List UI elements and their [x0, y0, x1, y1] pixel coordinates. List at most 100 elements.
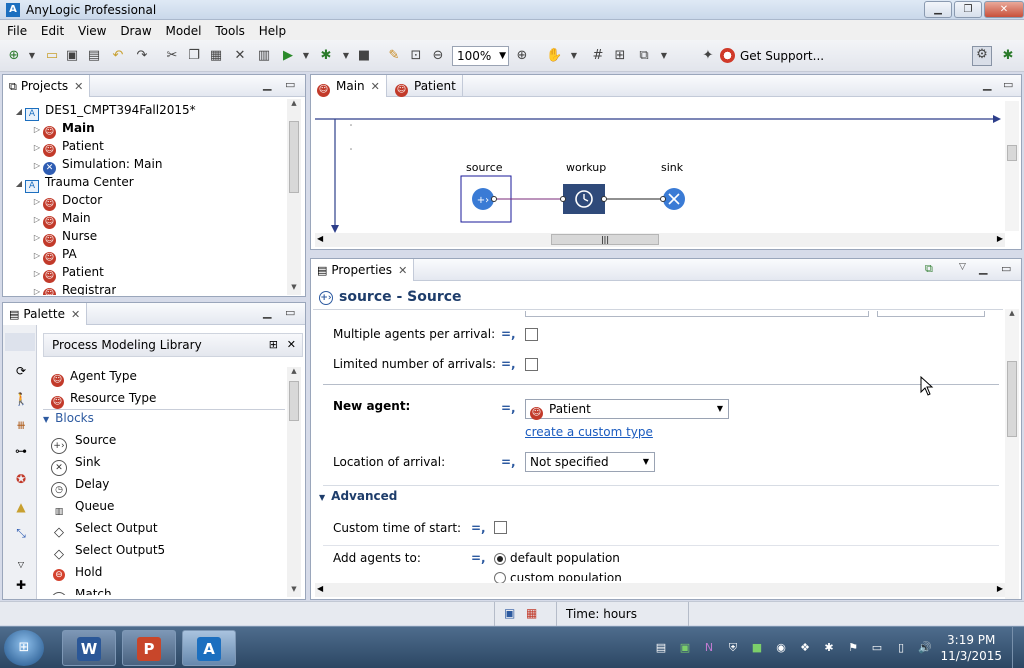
tree-item[interactable]: ▷ ☺ Doctor [31, 191, 102, 211]
static-value-icon[interactable]: =, [501, 327, 516, 341]
taskbar-word[interactable]: W [62, 630, 116, 666]
tray-device-icon[interactable]: ▭ [870, 641, 884, 655]
minimize-panel-icon[interactable]: ▁ [263, 78, 271, 91]
get-support-button[interactable]: Get Support... [720, 48, 824, 63]
projects-scrollbar[interactable]: ▲ ▼ [287, 99, 301, 295]
save-all-icon[interactable]: ▤ [86, 48, 102, 64]
menu-model[interactable]: Model [160, 21, 206, 41]
scroll-down-icon[interactable]: ▼ [287, 283, 301, 295]
scroll-up-icon[interactable]: ▲ [287, 367, 301, 379]
static-value-icon[interactable]: =, [501, 357, 516, 371]
magic-wand-icon[interactable]: ✦ [700, 48, 716, 64]
snap-icon[interactable]: ⊞ [612, 48, 628, 64]
tree-item[interactable]: ◢ A Trauma Center [13, 173, 134, 193]
tree-item[interactable]: ▷ ✕ Simulation: Main [31, 155, 162, 175]
blocks-section-toggle[interactable]: ▼ Blocks [43, 409, 285, 425]
tree-item[interactable]: ◢ A DES1_CMPT394Fall2015* [13, 101, 196, 121]
view-menu-icon[interactable]: ▽ [959, 262, 966, 272]
palette-block-item[interactable]: ⊖ Hold [51, 561, 102, 583]
library-header[interactable]: Process Modeling Library ⊞ ✕ [43, 333, 303, 357]
debug-perspective-icon[interactable]: ✱ [1000, 48, 1016, 64]
tray-network-icon[interactable]: ▣ [678, 641, 692, 655]
problems-icon[interactable]: ▦ [526, 606, 537, 620]
debug-icon[interactable]: ✱ [318, 48, 334, 64]
zoom-out-icon[interactable]: ⊖ [430, 48, 446, 64]
zoom-level-dropdown[interactable]: 100% ▼ [452, 46, 509, 66]
run-dropdown-icon[interactable]: ▼ [298, 48, 314, 64]
properties-vertical-scrollbar[interactable]: ▲ [1005, 309, 1019, 599]
palette-block-item[interactable]: ◇ Select Output5 [51, 539, 165, 562]
scroll-thumb[interactable] [1007, 145, 1017, 161]
delete-icon[interactable]: ✕ [232, 48, 248, 64]
close-button[interactable]: ✕ [984, 1, 1024, 18]
close-icon[interactable]: ✕ [371, 80, 380, 93]
maximize-panel-icon[interactable]: ▭ [285, 78, 295, 91]
scroll-thumb[interactable] [289, 381, 299, 421]
tray-flag-icon[interactable]: ⚑ [846, 641, 860, 655]
run-icon[interactable]: ▶ [280, 48, 296, 64]
perspective-icon[interactable]: ⚙ [972, 46, 992, 66]
scroll-down-icon[interactable]: ▽ [13, 557, 29, 573]
scroll-up-icon[interactable]: ▲ [1005, 309, 1019, 321]
palette-item[interactable]: ☺ Agent Type [51, 365, 137, 387]
rail-library-icon[interactable]: ⧻ [13, 417, 29, 433]
custom-time-checkbox[interactable] [494, 521, 507, 534]
paste-icon[interactable]: ▦ [208, 48, 224, 64]
model-canvas[interactable]: +› [311, 97, 1023, 251]
static-value-icon[interactable]: =, [471, 551, 486, 565]
workup-block-label[interactable]: workup [566, 161, 606, 174]
connectivity-icon[interactable]: ⤡ [13, 525, 29, 541]
tab-projects[interactable]: ⧉ Projects ✕ [3, 75, 91, 97]
expanded-arrow-icon[interactable]: ◢ [13, 103, 25, 121]
maximize-panel-icon[interactable]: ▭ [1001, 262, 1011, 275]
menu-file[interactable]: File [2, 21, 32, 41]
minimize-panel-icon[interactable]: ▁ [979, 262, 987, 275]
cut-icon[interactable]: ✂ [164, 48, 180, 64]
scroll-right-icon[interactable]: ▶ [997, 584, 1003, 593]
tray-sync-icon[interactable]: ◉ [774, 641, 788, 655]
tab-patient[interactable]: ☺ Patient [389, 75, 463, 97]
scroll-down-icon[interactable]: ▼ [287, 585, 301, 597]
tree-item[interactable]: ▷ ☺ Patient [31, 263, 104, 283]
copy-icon[interactable]: ❐ [186, 48, 202, 64]
limited-arrivals-checkbox[interactable] [525, 358, 538, 371]
palette-item[interactable]: ☺ Resource Type [51, 387, 156, 409]
properties-horizontal-scrollbar[interactable]: ◀ ▶ [315, 583, 1005, 597]
tree-item[interactable]: ▷ ☺ Registrar [31, 281, 116, 295]
close-icon[interactable]: ✕ [71, 308, 80, 321]
arrange-icon[interactable]: ⧉ [636, 48, 652, 64]
scroll-left-icon[interactable]: ◀ [317, 584, 323, 593]
multiple-agents-checkbox[interactable] [525, 328, 538, 341]
location-of-arrival-dropdown[interactable]: Not specified ▼ [525, 452, 655, 472]
menu-tools[interactable]: Tools [210, 21, 250, 41]
menu-draw[interactable]: Draw [115, 21, 156, 41]
process-library-icon[interactable]: ⟳ [13, 363, 29, 379]
source-block-label[interactable]: source [466, 161, 503, 174]
build-icon[interactable]: ▥ [256, 48, 272, 64]
minimize-button[interactable]: ▁ [924, 1, 952, 18]
menu-view[interactable]: View [73, 21, 111, 41]
canvas-horizontal-scrollbar[interactable]: ◀ ||| ▶ [315, 233, 1005, 247]
arrange-dropdown-icon[interactable]: ▼ [656, 48, 672, 64]
tree-item[interactable]: ▷ ☺ Nurse [31, 227, 97, 247]
tray-onenote-icon[interactable]: N [702, 641, 716, 655]
console-icon[interactable]: ▣ [504, 606, 515, 620]
menu-help[interactable]: Help [254, 21, 291, 41]
tab-properties[interactable]: ▤ Properties ✕ [311, 259, 415, 281]
close-icon[interactable]: ✕ [398, 264, 407, 277]
add-palette-icon[interactable]: ✚ [13, 577, 29, 593]
tree-item[interactable]: ▷ ☺ PA [31, 245, 77, 265]
redo-icon[interactable]: ↷ [134, 48, 150, 64]
palette-block-item[interactable]: ▥ Queue [51, 495, 115, 517]
minimize-panel-icon[interactable]: ▁ [983, 78, 991, 91]
scroll-up-icon[interactable]: ▲ [287, 99, 301, 111]
close-icon[interactable]: ✕ [74, 80, 83, 93]
palette-block-item[interactable]: ✕ Sink [51, 451, 101, 476]
default-population-radio[interactable] [494, 553, 506, 565]
tab-palette[interactable]: ▤ Palette ✕ [3, 303, 88, 325]
tab-main[interactable]: ☺ Main ✕ [311, 75, 387, 97]
agent-palette-icon[interactable]: ✪ [13, 471, 29, 487]
new-window-icon[interactable]: ⧉ [925, 262, 933, 276]
collapsed-arrow-icon[interactable]: ▷ [31, 283, 43, 295]
tray-app-icon[interactable]: ■ [750, 641, 764, 655]
